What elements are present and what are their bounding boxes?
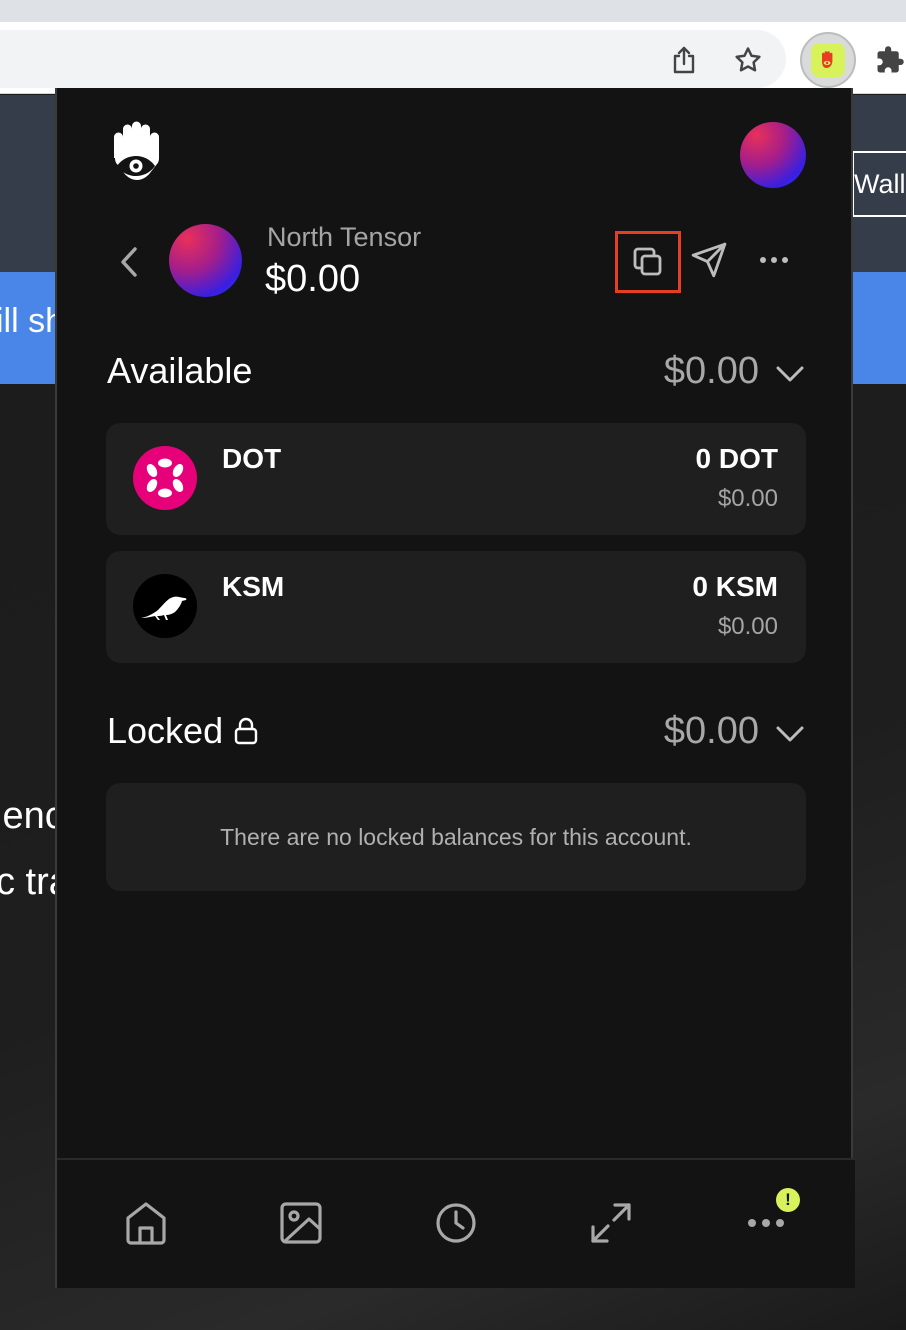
token-row-dot[interactable]: DOT 0 DOT $0.00 <box>106 423 806 535</box>
token-fiat-value: $0.00 <box>717 485 778 512</box>
token-symbol: DOT <box>222 443 282 474</box>
browser-tabstrip <box>0 0 906 22</box>
available-section-header[interactable]: Available $0.00 <box>107 350 807 400</box>
token-row-ksm[interactable]: KSM 0 KSM $0.00 <box>106 551 806 663</box>
available-amount: $0.00 <box>663 350 759 392</box>
bottom-navigation: ! <box>57 1158 855 1288</box>
send-icon <box>691 242 727 278</box>
locked-section-header[interactable]: Locked $0.00 <box>107 710 807 760</box>
polkadot-icon <box>133 446 197 510</box>
locked-empty-message: There are no locked balances for this ac… <box>106 783 806 891</box>
locked-title-group: Locked <box>107 710 259 752</box>
locked-title: Locked <box>107 710 224 751</box>
send-button[interactable] <box>689 240 729 280</box>
more-icon <box>760 257 788 263</box>
home-icon <box>126 1202 166 1245</box>
token-fiat-value: $0.00 <box>717 613 778 640</box>
chevron-down-icon[interactable] <box>773 356 807 390</box>
kusama-icon <box>133 574 197 638</box>
wallet-extension-icon <box>811 43 845 77</box>
share-icon[interactable] <box>664 40 704 80</box>
account-more-button[interactable] <box>755 240 793 280</box>
account-total-balance: $0.00 <box>265 258 361 300</box>
account-avatar-small <box>169 224 242 297</box>
token-symbol: KSM <box>222 571 285 602</box>
token-amount: 0 DOT <box>695 443 778 474</box>
locked-amount: $0.00 <box>663 710 759 752</box>
nav-expand-button[interactable] <box>586 1198 636 1248</box>
copy-address-button[interactable] <box>615 231 681 293</box>
chevron-down-icon[interactable] <box>773 716 807 750</box>
token-amount: 0 KSM <box>692 571 778 602</box>
lock-icon <box>234 717 258 745</box>
copy-icon <box>633 247 662 276</box>
background-wallet-button[interactable]: Wall <box>852 151 906 217</box>
more-icon <box>748 1219 784 1227</box>
wallet-extension-button[interactable] <box>800 32 856 88</box>
back-chevron-icon[interactable] <box>115 242 145 282</box>
available-title: Available <box>107 350 253 391</box>
talisman-logo-icon <box>103 120 169 186</box>
wallet-popup: North Tensor $0.00 Available $0.00 DOT 0… <box>55 88 855 1288</box>
expand-icon <box>591 1203 631 1243</box>
puzzle-icon[interactable] <box>870 40 906 80</box>
clock-icon <box>436 1203 476 1243</box>
nav-history-button[interactable] <box>431 1198 481 1248</box>
nav-nfts-button[interactable] <box>276 1198 326 1248</box>
bookmark-star-icon[interactable] <box>728 40 768 80</box>
browser-toolbar <box>0 22 906 94</box>
account-name: North Tensor <box>267 222 422 252</box>
account-avatar[interactable] <box>740 122 806 188</box>
nav-home-button[interactable] <box>121 1198 171 1248</box>
image-icon <box>280 1202 322 1244</box>
notification-badge: ! <box>776 1188 800 1212</box>
account-header: North Tensor $0.00 <box>57 218 855 308</box>
